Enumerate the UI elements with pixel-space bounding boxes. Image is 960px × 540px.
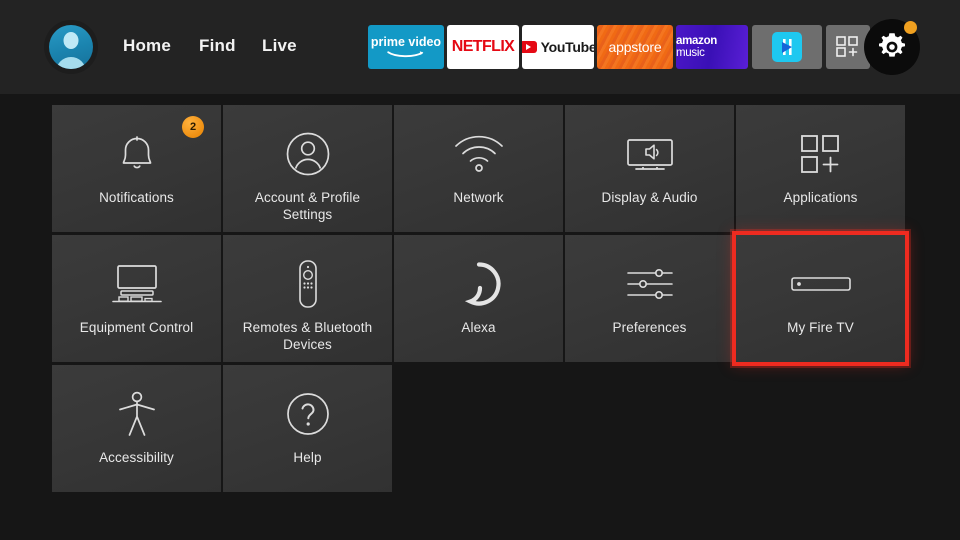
tile-accessibility[interactable]: Accessibility bbox=[52, 365, 221, 492]
tile-equipment-control[interactable]: Equipment Control bbox=[52, 235, 221, 362]
tile-help[interactable]: Help bbox=[223, 365, 392, 492]
avatar-head bbox=[63, 32, 79, 49]
fire-tv-settings-screen: Home Find Live prime video NETFLIX YouTu… bbox=[0, 0, 960, 540]
tile-label: Notifications bbox=[99, 190, 174, 205]
tile-network[interactable]: Network bbox=[394, 105, 563, 232]
settings-button[interactable] bbox=[864, 19, 920, 75]
media-player-app-icon bbox=[772, 32, 802, 62]
avatar-body bbox=[56, 57, 86, 69]
tile-label: Help bbox=[293, 450, 322, 465]
tile-preferences[interactable]: Preferences bbox=[565, 235, 734, 362]
prime-smile-icon bbox=[387, 51, 424, 58]
app-media-player[interactable] bbox=[752, 25, 822, 69]
tile-label: Equipment Control bbox=[79, 320, 194, 335]
question-circle-icon bbox=[285, 383, 331, 445]
nav-item-home[interactable]: Home bbox=[123, 36, 171, 56]
app-netflix[interactable]: NETFLIX bbox=[447, 25, 519, 69]
accessibility-icon bbox=[116, 383, 158, 445]
appstore-label: appstore bbox=[608, 39, 662, 55]
apps-plus-icon bbox=[798, 123, 844, 185]
alexa-ring-icon bbox=[456, 253, 502, 315]
tile-applications[interactable]: Applications bbox=[736, 105, 905, 232]
remote-icon bbox=[295, 253, 321, 315]
netflix-label: NETFLIX bbox=[451, 38, 515, 55]
tile-notifications[interactable]: Notifications 2 bbox=[52, 105, 221, 232]
tile-empty-slot bbox=[736, 365, 905, 492]
tile-my-fire-tv[interactable]: My Fire TV bbox=[732, 231, 909, 366]
person-circle-icon bbox=[284, 123, 332, 185]
tile-label: Account & Profile Settings bbox=[254, 190, 361, 222]
tile-account-profile-settings[interactable]: Account & Profile Settings bbox=[223, 105, 392, 232]
profile-avatar[interactable] bbox=[44, 20, 98, 74]
tile-label: Alexa bbox=[461, 320, 496, 335]
youtube-play-icon bbox=[522, 41, 537, 53]
tile-empty-slot bbox=[565, 365, 734, 492]
app-prime-video[interactable]: prime video bbox=[368, 25, 444, 69]
avatar bbox=[49, 25, 93, 69]
tile-empty-slot bbox=[394, 365, 563, 492]
sliders-icon bbox=[626, 253, 674, 315]
bell-icon bbox=[115, 123, 159, 185]
tile-label: My Fire TV bbox=[787, 320, 854, 335]
tv-stand-icon bbox=[110, 253, 164, 315]
youtube-label: YouTube bbox=[540, 39, 594, 55]
app-appstore[interactable]: appstore bbox=[597, 25, 673, 69]
gear-icon bbox=[879, 33, 905, 57]
wifi-icon bbox=[453, 123, 505, 185]
amazon-music-label: amazon music bbox=[676, 35, 718, 59]
app-grid-plus-icon bbox=[836, 36, 858, 57]
prime-video-label: prime video bbox=[370, 34, 442, 49]
tile-label: Preferences bbox=[612, 320, 687, 335]
notification-dot bbox=[904, 21, 917, 34]
tile-label: Remotes & Bluetooth Devices bbox=[242, 320, 373, 352]
tile-label: Applications bbox=[783, 190, 858, 205]
notification-badge: 2 bbox=[182, 116, 204, 138]
tile-alexa[interactable]: Alexa bbox=[394, 235, 563, 362]
tile-label: Display & Audio bbox=[601, 190, 698, 205]
tile-label: Accessibility bbox=[99, 450, 174, 465]
settings-tile-grid: Notifications 2 Account & Profile Settin… bbox=[52, 105, 909, 492]
tile-remotes-bluetooth[interactable]: Remotes & Bluetooth Devices bbox=[223, 235, 392, 362]
nav-item-live[interactable]: Live bbox=[262, 36, 297, 56]
fire-tv-stick-icon bbox=[790, 253, 851, 315]
tile-label: Network bbox=[453, 190, 504, 205]
tile-display-audio[interactable]: Display & Audio bbox=[565, 105, 734, 232]
tv-speaker-icon bbox=[625, 123, 675, 185]
app-amazon-music[interactable]: amazon music bbox=[676, 25, 748, 69]
nav-item-find[interactable]: Find bbox=[199, 36, 236, 56]
app-youtube[interactable]: YouTube bbox=[522, 25, 594, 69]
top-navigation-bar: Home Find Live prime video NETFLIX YouTu… bbox=[0, 0, 960, 94]
